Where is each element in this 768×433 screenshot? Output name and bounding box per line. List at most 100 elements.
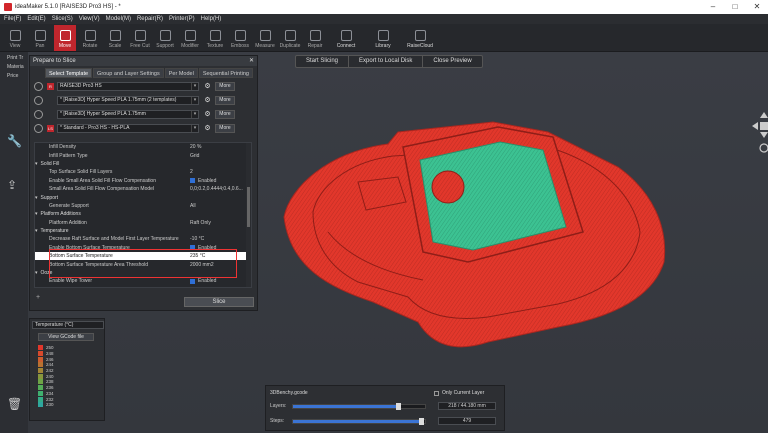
upload-icon[interactable]: ⇪ — [7, 178, 17, 192]
settings-row[interactable]: Top Surface Solid Fill Layers 2 — [35, 168, 251, 176]
setting-value[interactable]: -10 °C — [190, 236, 245, 242]
settings-category[interactable]: ▾ Temperature — [35, 227, 251, 235]
setting-value[interactable]: 0,0;0.2,0.4444;0.4,0.6... — [190, 186, 245, 192]
more-button[interactable]: More — [215, 82, 235, 91]
only-current-layer-checkbox[interactable]: Only Current Layer — [434, 390, 484, 396]
menu-help[interactable]: Help(H) — [201, 16, 222, 22]
setting-value[interactable]: Enabled — [190, 178, 245, 184]
settings-row[interactable]: Infill Density 20 % — [35, 143, 251, 151]
settings-row[interactable]: Platform Addition Raft Only — [35, 219, 251, 227]
start-slicing-button[interactable]: Start Slicing — [296, 56, 350, 67]
settings-category[interactable]: ▾ Support — [35, 193, 251, 201]
settings-row[interactable]: Infill Pattern Type Grid — [35, 151, 251, 159]
menu-view[interactable]: View(V) — [79, 16, 100, 22]
tool-scale[interactable]: Scale — [104, 25, 126, 51]
setting-value[interactable]: Grid — [190, 153, 245, 159]
gear-icon[interactable]: ⚙ — [203, 82, 212, 91]
gear-icon[interactable]: ⚙ — [203, 110, 212, 119]
settings-row[interactable]: Generate Support All — [35, 202, 251, 210]
view-navigator[interactable] — [750, 110, 768, 154]
tool-support[interactable]: Support — [154, 25, 176, 51]
checkbox-checked-icon[interactable] — [190, 245, 195, 251]
radio-icon[interactable] — [34, 82, 43, 91]
menu-file[interactable]: File(F) — [4, 16, 21, 22]
setting-value[interactable]: All — [190, 203, 245, 209]
tab-select-template[interactable]: Select Template — [45, 68, 93, 78]
wrench-icon[interactable]: 🔧 — [7, 134, 22, 148]
tool-pan[interactable]: Pan — [29, 25, 51, 51]
template-select[interactable]: * Standard - Pro3 HS - HS-PLA ▾ — [57, 124, 199, 133]
setting-value[interactable]: Enabled — [190, 278, 245, 284]
printer-select[interactable]: RAISE3D Pro3 HS ▾ — [57, 82, 199, 91]
more-button[interactable]: More — [215, 110, 235, 119]
tool-raisecloud[interactable]: RaiseCloud — [403, 25, 437, 51]
tool-modifier[interactable]: Modifier — [179, 25, 201, 51]
legend-mode-select[interactable]: Temperature (°C) — [32, 321, 104, 329]
tool-view[interactable]: View — [4, 25, 26, 51]
close-preview-button[interactable]: Close Preview — [423, 56, 481, 67]
menu-model[interactable]: Model(M) — [106, 16, 131, 22]
settings-row[interactable]: Bottom Surface Temperature Area Threshol… — [35, 260, 251, 268]
view-gcode-button[interactable]: View GCode file — [38, 333, 94, 341]
tab-sequential-printing[interactable]: Sequential Printing — [198, 68, 253, 78]
trash-icon[interactable]: 🗑 — [7, 397, 22, 411]
settings-category[interactable]: ▾ Solid Fill — [35, 160, 251, 168]
settings-row[interactable]: Enable Wipe Tower Enabled — [35, 277, 251, 285]
more-button[interactable]: More — [215, 124, 235, 133]
steps-slider[interactable] — [292, 418, 426, 425]
maximize-button[interactable]: □ — [724, 0, 746, 14]
settings-category[interactable]: ▾ Platform Additions — [35, 210, 251, 218]
setting-value[interactable]: Enabled — [190, 245, 245, 251]
menu-edit[interactable]: Edit(E) — [27, 16, 45, 22]
scrollbar-thumb[interactable] — [247, 187, 250, 227]
minimize-button[interactable]: – — [702, 0, 724, 14]
tab-per-model[interactable]: Per Model — [164, 68, 198, 78]
setting-value[interactable]: 2 — [190, 169, 245, 175]
tool-library[interactable]: Library — [366, 25, 400, 51]
radio-icon[interactable] — [34, 96, 43, 105]
tool-emboss[interactable]: Emboss — [229, 25, 251, 51]
menu-printer[interactable]: Printer(P) — [169, 16, 195, 22]
layers-value[interactable]: 218 / 44.180 mm — [438, 402, 496, 410]
add-icon[interactable]: + — [36, 294, 40, 301]
settings-category[interactable]: ▾ Ooze — [35, 269, 251, 277]
setting-value[interactable]: 2000 mm2 — [190, 262, 245, 268]
settings-row[interactable]: Enable Small Area Solid Fill Flow Compen… — [35, 177, 251, 185]
tool-rotate[interactable]: Rotate — [79, 25, 101, 51]
gear-icon[interactable]: ⚙ — [203, 124, 212, 133]
menu-repair[interactable]: Repair(R) — [137, 16, 163, 22]
slice-button[interactable]: Slice — [184, 297, 254, 307]
setting-value[interactable]: 235 °C — [190, 253, 245, 259]
layers-slider-handle[interactable] — [395, 403, 401, 410]
checkbox-checked-icon[interactable] — [190, 278, 195, 284]
export-local-button[interactable]: Export to Local Disk — [349, 56, 424, 67]
more-button[interactable]: More — [215, 96, 235, 105]
layers-slider[interactable] — [292, 403, 426, 410]
steps-value[interactable]: 479 — [438, 417, 496, 425]
filament-select[interactable]: * [Raise3D] Hyper Speed PLA 1.75mm (2 te… — [57, 96, 199, 105]
tool-connect[interactable]: Connect — [329, 25, 363, 51]
home-view-icon[interactable] — [750, 110, 768, 154]
tool-measure[interactable]: Measure — [254, 25, 276, 51]
dialog-close-icon[interactable]: ✕ — [249, 56, 254, 66]
tool-duplicate[interactable]: Duplicate — [279, 25, 301, 51]
settings-scrollbar[interactable] — [246, 143, 251, 287]
settings-row[interactable]: Small Area Solid Fill Flow Compensation … — [35, 185, 251, 193]
close-window-button[interactable]: ✕ — [746, 0, 768, 14]
settings-row[interactable]: Decrease Raft Surface and Model First La… — [35, 235, 251, 243]
settings-row[interactable]: Bottom Surface Temperature 235 °C — [35, 252, 251, 261]
gear-icon[interactable]: ⚙ — [203, 96, 212, 105]
checkbox-checked-icon[interactable] — [190, 178, 195, 184]
steps-slider-handle[interactable] — [419, 418, 425, 425]
tool-repair[interactable]: Repair — [304, 25, 326, 51]
setting-value[interactable]: Raft Only — [190, 220, 245, 226]
tool-texture[interactable]: Texture — [204, 25, 226, 51]
filament2-select[interactable]: * [Raise3D] Hyper Speed PLA 1.75mm ▾ — [57, 110, 199, 119]
tab-group-layer-settings[interactable]: Group and Layer Settings — [93, 68, 164, 78]
radio-icon[interactable] — [34, 124, 43, 133]
tool-free-cut[interactable]: Free Cut — [129, 25, 151, 51]
settings-row[interactable]: Enable Bottom Surface Temperature Enabled — [35, 244, 251, 252]
tool-move[interactable]: Move — [54, 25, 76, 51]
menu-slice[interactable]: Slice(S) — [52, 16, 73, 22]
setting-value[interactable]: 20 % — [190, 144, 245, 150]
